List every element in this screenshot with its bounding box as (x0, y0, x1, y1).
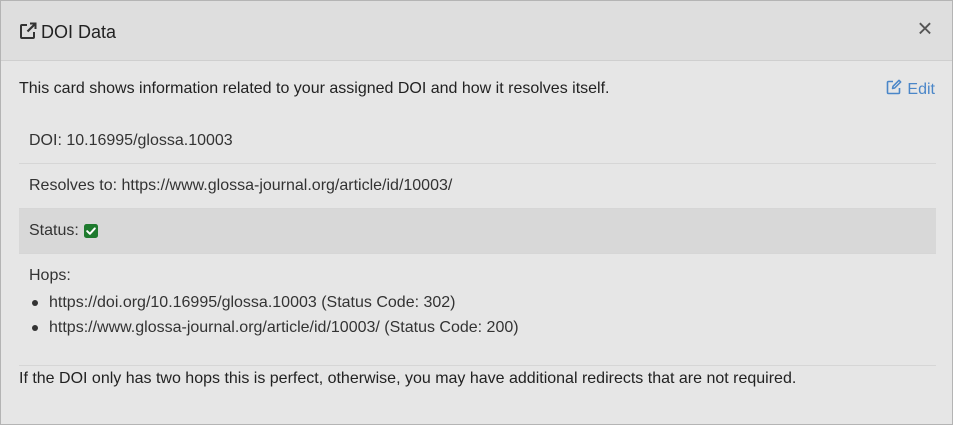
hops-list: https://doi.org/10.16995/glossa.10003 (S… (29, 290, 936, 340)
close-button[interactable]: × (915, 15, 935, 41)
list-item: https://doi.org/10.16995/glossa.10003 (S… (29, 290, 936, 315)
edit-icon (886, 79, 907, 101)
check-square-icon (83, 224, 98, 244)
doi-value: DOI: 10.16995/glossa.10003 (29, 132, 233, 149)
intro-text: This card shows information related to y… (19, 80, 610, 97)
resolves-value: Resolves to: https://www.glossa-journal.… (29, 177, 453, 194)
modal-title: DOI Data (41, 22, 117, 42)
hops-label: Hops: (29, 267, 71, 284)
footer-note: If the DOI only has two hops this is per… (19, 370, 797, 387)
doi-data-modal: DOI Data × This card shows information r… (0, 0, 953, 425)
status-label: Status: (29, 222, 79, 239)
modal-header: DOI Data × (1, 1, 952, 61)
list-item: https://www.glossa-journal.org/article/i… (29, 315, 936, 340)
edit-label: Edit (907, 81, 935, 98)
status-row: Status: (19, 209, 936, 254)
edit-link[interactable]: Edit (886, 79, 935, 101)
external-link-icon (19, 22, 37, 40)
hops-row: Hops: https://doi.org/10.16995/glossa.10… (19, 254, 936, 366)
doi-row: DOI: 10.16995/glossa.10003 (19, 119, 936, 164)
resolves-row: Resolves to: https://www.glossa-journal.… (19, 164, 936, 209)
